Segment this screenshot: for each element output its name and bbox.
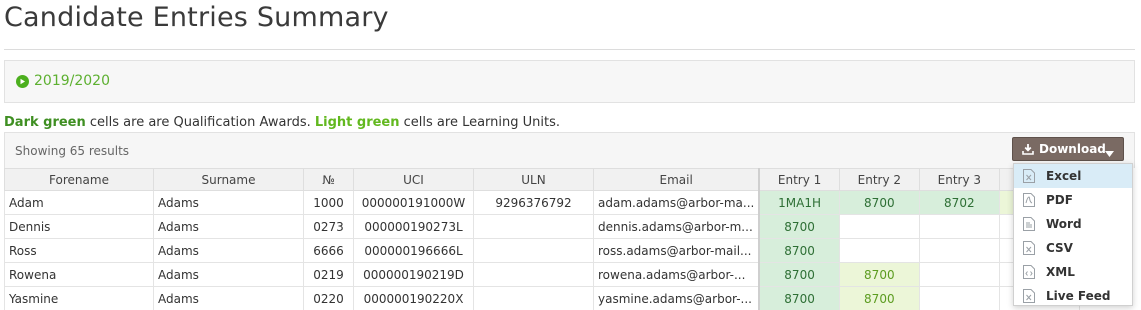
dark-green-text: cells are are Qualification Awards. [85, 115, 315, 130]
file-icon [1023, 289, 1035, 303]
number-cell: 1000 [303, 190, 354, 215]
forename-cell: Rowena [4, 262, 154, 287]
entry-2-cell [838, 238, 920, 263]
download-label: Download [1039, 142, 1106, 156]
uln-cell [473, 262, 594, 287]
download-option-excel[interactable]: Excel [1014, 164, 1132, 188]
surname-cell: Adams [153, 262, 304, 287]
surname-cell: Adams [153, 286, 304, 310]
results-bar: Showing 65 results [4, 132, 1135, 168]
file-word-icon [1023, 217, 1035, 231]
caret-down-icon [1105, 146, 1114, 160]
surname-cell: Adams [153, 190, 304, 215]
results-count: Showing 65 results [15, 144, 130, 158]
download-option-word[interactable]: Word [1014, 212, 1132, 236]
table-row[interactable]: Rowena Adams 0219 000000190219D rowena.a… [4, 262, 1080, 287]
uln-cell [473, 214, 594, 239]
entry-1-cell[interactable]: 8700 [758, 262, 840, 287]
table-row[interactable]: Dennis Adams 0273 000000190273L dennis.a… [4, 214, 1080, 239]
download-option-pdf[interactable]: PDF [1014, 188, 1132, 212]
forename-cell: Adam [4, 190, 154, 215]
entry-2-cell[interactable]: 8700 [838, 190, 920, 215]
dark-green-label: Dark green [4, 115, 86, 130]
email-cell: adam.adams@arbor-ma... [593, 190, 760, 215]
entry-2-cell[interactable]: 8700 [838, 286, 920, 310]
play-circle-icon [16, 74, 29, 88]
download-option-label: Excel [1046, 169, 1082, 183]
table-row[interactable]: Adam Adams 1000 000000191000W 9296376792… [4, 190, 1080, 215]
column-header-uln[interactable]: ULN [473, 168, 594, 191]
surname-cell: Adams [153, 214, 304, 239]
entry-1-cell[interactable]: 8700 [758, 238, 840, 263]
uci-cell: 000000190273L [353, 214, 474, 239]
number-cell: 0220 [303, 286, 354, 310]
table-row[interactable]: Yasmine Adams 0220 000000190220X yasmine… [4, 286, 1080, 310]
email-cell: yasmine.adams@arbor-... [593, 286, 760, 310]
entry-3-cell [918, 286, 1000, 310]
download-option-label: Word [1046, 217, 1082, 231]
entries-table: Forename Surname № UCI ULN Email Entry 1… [4, 168, 1080, 310]
entry-1-cell[interactable]: 1MA1H [758, 190, 840, 215]
file-excel-icon [1023, 169, 1035, 183]
download-option-live-feed[interactable]: Live Feed [1014, 284, 1132, 308]
uln-cell [473, 238, 594, 263]
table-header-row: Forename Surname № UCI ULN Email Entry 1… [4, 168, 1080, 191]
title-divider [4, 49, 1135, 50]
forename-cell: Yasmine [4, 286, 154, 310]
download-icon [1022, 143, 1034, 155]
uci-cell: 000000196666L [353, 238, 474, 263]
number-cell: 0273 [303, 214, 354, 239]
entry-2-cell[interactable]: 8700 [838, 262, 920, 287]
download-option-label: XML [1046, 265, 1075, 279]
file-pdf-icon [1023, 193, 1035, 207]
download-option-xml[interactable]: XML [1014, 260, 1132, 284]
column-header-entry-3[interactable]: Entry 3 [918, 168, 1000, 191]
column-header-number[interactable]: № [303, 168, 354, 191]
uln-cell [473, 286, 594, 310]
download-button[interactable]: Download [1012, 137, 1124, 161]
entry-1-cell[interactable]: 8700 [758, 214, 840, 239]
number-cell: 0219 [303, 262, 354, 287]
uci-cell: 000000190219D [353, 262, 474, 287]
entry-3-cell[interactable]: 8702 [918, 190, 1000, 215]
forename-cell: Ross [4, 238, 154, 263]
uci-cell: 000000191000W [353, 190, 474, 215]
download-option-label: CSV [1046, 241, 1073, 255]
uln-cell: 9296376792 [473, 190, 594, 215]
download-option-label: Live Feed [1046, 289, 1111, 303]
table-row[interactable]: Ross Adams 6666 000000196666L ross.adams… [4, 238, 1080, 263]
download-menu: Excel PDF Word CSV XML Live Feed [1013, 163, 1133, 306]
entry-2-cell [838, 214, 920, 239]
uci-cell: 000000190220X [353, 286, 474, 310]
email-cell: ross.adams@arbor-mail... [593, 238, 760, 263]
file-csv-icon [1023, 241, 1035, 255]
entry-1-cell[interactable]: 8700 [758, 286, 840, 310]
surname-cell: Adams [153, 238, 304, 263]
download-option-label: PDF [1046, 193, 1073, 207]
forename-cell: Dennis [4, 214, 154, 239]
file-code-icon [1023, 265, 1035, 279]
year-toggle[interactable]: 2019/2020 [16, 73, 110, 89]
column-header-email[interactable]: Email [593, 168, 760, 191]
column-header-surname[interactable]: Surname [153, 168, 304, 191]
entry-3-cell [918, 214, 1000, 239]
email-cell: dennis.adams@arbor-m... [593, 214, 760, 239]
column-header-entry-2[interactable]: Entry 2 [838, 168, 920, 191]
column-header-entry-1[interactable]: Entry 1 [758, 168, 840, 191]
year-panel: 2019/2020 [4, 60, 1135, 103]
color-legend: Dark green cells are are Qualification A… [4, 115, 560, 130]
year-label: 2019/2020 [34, 73, 110, 89]
page-title: Candidate Entries Summary [4, 2, 389, 33]
number-cell: 6666 [303, 238, 354, 263]
light-green-label: Light green [314, 115, 400, 130]
column-header-forename[interactable]: Forename [4, 168, 154, 191]
email-cell: rowena.adams@arbor-... [593, 262, 760, 287]
download-option-csv[interactable]: CSV [1014, 236, 1132, 260]
entry-3-cell [918, 238, 1000, 263]
column-header-uci[interactable]: UCI [353, 168, 474, 191]
entry-3-cell [918, 262, 1000, 287]
light-green-text: cells are Learning Units. [399, 115, 561, 130]
